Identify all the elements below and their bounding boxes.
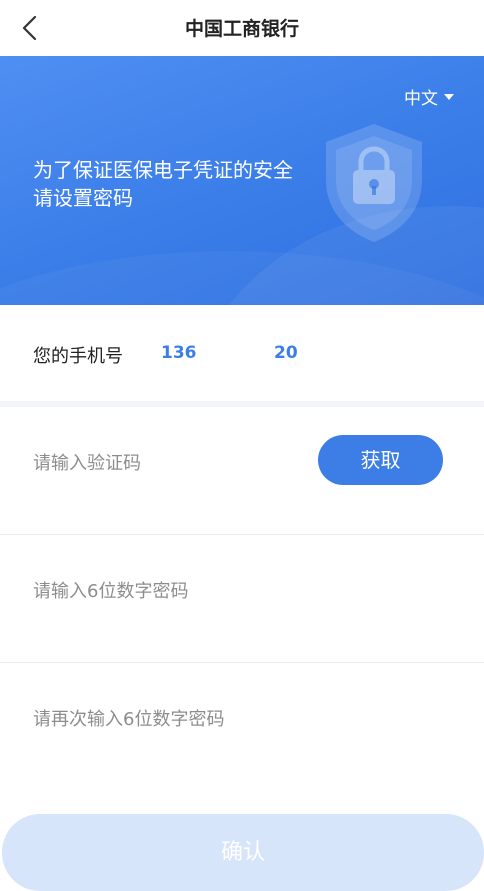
language-label: 中文 — [404, 89, 438, 109]
verification-code-field[interactable]: 请输入验证码 获取 — [0, 407, 484, 535]
phone-number-suffix: 20 — [274, 343, 298, 363]
banner-message: 为了保证医保电子凭证的安全 请设置密码 — [33, 156, 339, 212]
password-placeholder: 请输入6位数字密码 — [33, 581, 189, 602]
top-bar: 中国工商银行 — [0, 0, 484, 56]
verification-code-placeholder: 请输入验证码 — [33, 453, 141, 474]
shield-lock-icon — [326, 124, 422, 242]
phone-number-prefix: 136 — [161, 343, 197, 363]
confirm-password-field[interactable]: 请再次输入6位数字密码 — [0, 663, 484, 791]
banner-message-line1: 为了保证医保电子凭证的安全 — [33, 158, 293, 182]
password-field[interactable]: 请输入6位数字密码 — [0, 535, 484, 663]
security-banner: 中文 为了保证医保电子凭证的安全 请设置密码 — [0, 56, 484, 305]
phone-row: 您的手机号 136 20 — [0, 305, 484, 401]
language-selector[interactable]: 中文 — [404, 84, 454, 109]
phone-label: 您的手机号 — [33, 346, 123, 367]
caret-down-icon — [444, 93, 454, 100]
confirm-password-placeholder: 请再次输入6位数字密码 — [33, 709, 225, 730]
page-title: 中国工商银行 — [184, 18, 299, 40]
get-code-button[interactable]: 获取 — [318, 435, 443, 485]
confirm-button[interactable]: 确认 — [2, 814, 484, 891]
banner-message-line2: 请设置密码 — [33, 186, 133, 210]
